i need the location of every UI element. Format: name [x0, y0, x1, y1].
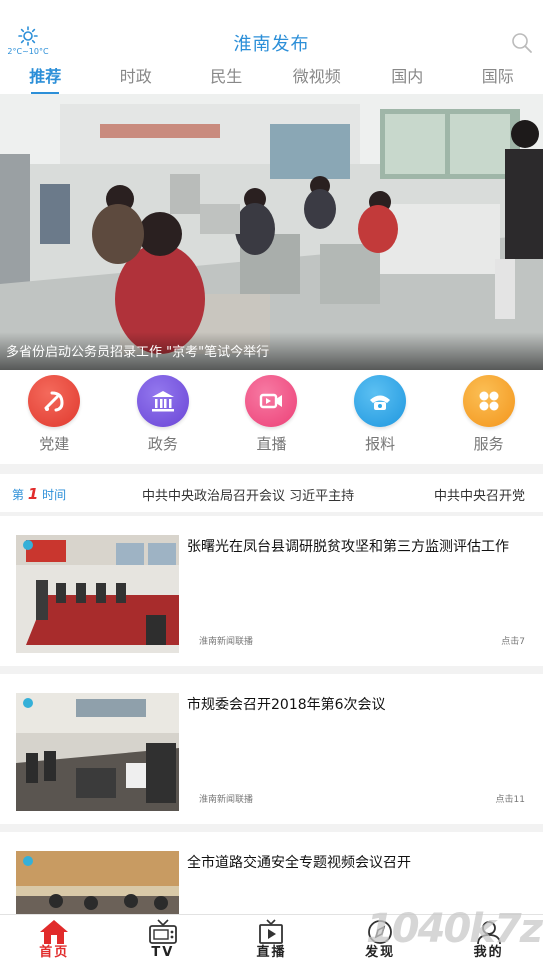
- watermark: 1040k7z: [365, 906, 543, 952]
- news-source: 淮南新闻联播: [199, 795, 254, 805]
- news-click-count: 点击11: [495, 795, 525, 805]
- tv-icon: [148, 919, 177, 944]
- tabbar-label: 直播: [256, 945, 287, 960]
- news-thumbnail: [16, 693, 179, 811]
- category-tabs: 推荐 时政 民生 微视频 国内 国际: [0, 62, 543, 94]
- live-camera-icon: [245, 375, 298, 427]
- quicknav-tip-off[interactable]: 报料: [326, 370, 435, 464]
- quicknav-live[interactable]: 直播: [217, 370, 326, 464]
- quick-nav: 党建 政务 直播 报料 服务: [0, 370, 543, 464]
- quicknav-service[interactable]: 服务: [434, 370, 543, 464]
- live-tv-icon: [259, 919, 284, 944]
- tab-domestic[interactable]: 国内: [362, 62, 453, 94]
- quicknav-label: 直播: [256, 435, 287, 453]
- banner-caption: 多省份启动公务员招录工作 "京考"笔试今举行: [6, 345, 270, 360]
- tabbar-label: TV: [151, 945, 175, 960]
- quicknav-label: 服务: [473, 435, 504, 453]
- tabbar-home[interactable]: 首页: [0, 915, 109, 966]
- tab-politics[interactable]: 时政: [91, 62, 182, 94]
- news-item[interactable]: 市规委会召开2018年第6次会议 淮南新闻联播 点击11: [0, 674, 543, 824]
- news-click-count: 点击7: [501, 637, 525, 647]
- phone-icon: [354, 375, 407, 427]
- tab-international[interactable]: 国际: [453, 62, 543, 94]
- app-header: 2°C~10°C 淮南发布: [0, 0, 543, 62]
- ticker-brand-prefix: 第: [12, 488, 25, 502]
- government-building-icon: [136, 375, 189, 427]
- home-icon: [40, 920, 69, 944]
- news-title: 市规委会召开2018年第6次会议: [187, 697, 386, 713]
- ticker-brand: 第 1 时间: [12, 485, 66, 503]
- quicknav-label: 政务: [147, 435, 178, 453]
- news-item[interactable]: 张曙光在凤台县调研脱贫攻坚和第三方监测评估工作 淮南新闻联播 点击7: [0, 516, 543, 666]
- tabbar-live[interactable]: 直播: [217, 915, 326, 966]
- search-icon: [512, 33, 532, 53]
- banner-caption-overlay: 多省份启动公务员招录工作 "京考"笔试今举行: [0, 332, 543, 370]
- app-title: 淮南发布: [233, 34, 310, 55]
- news-title: 全市道路交通安全专题视频会议召开: [187, 855, 411, 871]
- ticker-brand-suffix: 时间: [42, 488, 67, 502]
- ticker-headline[interactable]: 中共中央政治局召开会议 习近平主持: [142, 485, 354, 504]
- tab-recommend[interactable]: 推荐: [0, 62, 91, 94]
- service-grid-icon: [462, 375, 515, 427]
- quicknav-label: 报料: [365, 435, 396, 453]
- news-title: 张曙光在凤台县调研脱贫攻坚和第三方监测评估工作: [187, 539, 509, 555]
- tab-micro-video[interactable]: 微视频: [272, 62, 363, 94]
- ticker-brand-number: 1: [27, 485, 39, 503]
- tabbar-label: 首页: [39, 945, 70, 960]
- tab-livelihood[interactable]: 民生: [181, 62, 272, 94]
- news-thumbnail: [16, 535, 179, 653]
- headline-ticker[interactable]: 第 1 时间 中共中央政治局召开会议 习近平主持 中共中央召开党: [0, 474, 543, 512]
- search-button[interactable]: [511, 32, 533, 58]
- banner-carousel[interactable]: 多省份启动公务员招录工作 "京考"笔试今举行: [0, 94, 543, 370]
- tabbar-tv[interactable]: TV: [109, 915, 218, 966]
- quicknav-government-affairs[interactable]: 政务: [109, 370, 218, 464]
- party-emblem-icon: [28, 375, 81, 427]
- news-source: 淮南新闻联播: [199, 637, 254, 647]
- banner-photo: [0, 94, 543, 370]
- quicknav-label: 党建: [39, 435, 70, 453]
- ticker-headline[interactable]: 中共中央召开党: [434, 485, 525, 504]
- quicknav-party-building[interactable]: 党建: [0, 370, 109, 464]
